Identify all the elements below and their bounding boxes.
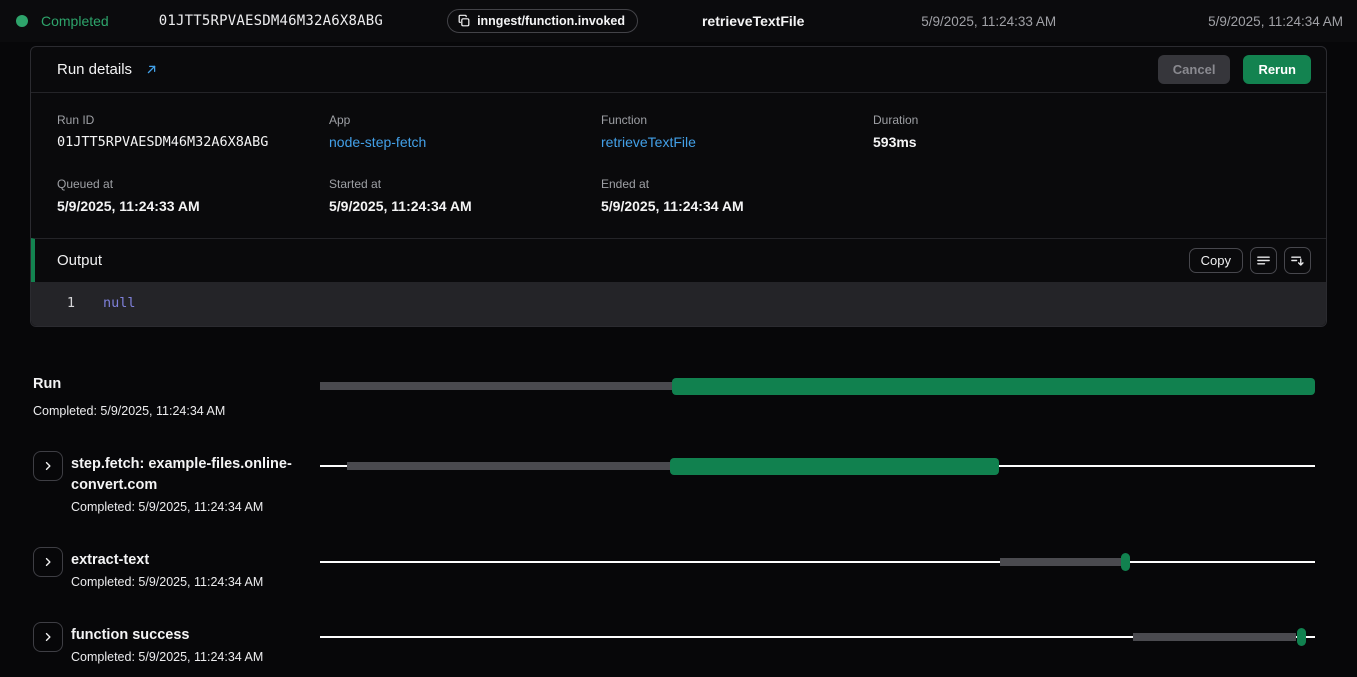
timeline-segment-queued bbox=[1000, 558, 1121, 566]
timeline-segment-marker bbox=[1121, 553, 1130, 571]
step-completed-timestamp: Completed: 5/9/2025, 11:24:34 AM bbox=[71, 650, 263, 664]
cancel-button[interactable]: Cancel bbox=[1158, 55, 1231, 84]
timeline-segment-queued bbox=[1133, 633, 1296, 641]
detail-field: Duration 593ms bbox=[873, 113, 1300, 150]
detail-field-label: App bbox=[329, 113, 601, 127]
expand-step-button[interactable] bbox=[33, 547, 63, 577]
detail-field: Started at 5/9/2025, 11:24:34 AM bbox=[329, 177, 601, 214]
timeline-row: Run Completed: 5/9/2025, 11:24:34 AM bbox=[0, 371, 1357, 418]
detail-field-value[interactable]: node-step-fetch bbox=[329, 134, 601, 150]
run-id: 01JTT5RPVAESDM46M32A6X8ABG bbox=[159, 13, 383, 29]
step-name: function success bbox=[71, 625, 263, 646]
status-label: Completed bbox=[41, 13, 109, 29]
rerun-button[interactable]: Rerun bbox=[1243, 55, 1311, 84]
timeline-track bbox=[320, 561, 1315, 563]
step-timeline-bar bbox=[320, 547, 1315, 578]
external-link-icon[interactable] bbox=[144, 62, 159, 77]
detail-field: Run ID 01JTT5RPVAESDM46M32A6X8ABG bbox=[57, 113, 329, 150]
step-completed-timestamp: Completed: 5/9/2025, 11:24:34 AM bbox=[71, 575, 263, 589]
detail-field: Queued at 5/9/2025, 11:24:33 AM bbox=[57, 177, 329, 214]
copy-icon bbox=[457, 14, 471, 28]
step-name: extract-text bbox=[71, 550, 263, 571]
step-completed-timestamp: Completed: 5/9/2025, 11:24:34 AM bbox=[33, 404, 225, 418]
timeline-row: function success Completed: 5/9/2025, 11… bbox=[0, 622, 1357, 664]
detail-field-value: 5/9/2025, 11:24:33 AM bbox=[57, 198, 329, 214]
detail-field-value: 5/9/2025, 11:24:34 AM bbox=[601, 198, 873, 214]
detail-field-label: Run ID bbox=[57, 113, 329, 127]
detail-field-label: Function bbox=[601, 113, 873, 127]
step-completed-timestamp: Completed: 5/9/2025, 11:24:34 AM bbox=[71, 500, 299, 514]
output-value: null bbox=[75, 295, 136, 311]
timeline-row: extract-text Completed: 5/9/2025, 11:24:… bbox=[0, 547, 1357, 589]
detail-field-value: 5/9/2025, 11:24:34 AM bbox=[329, 198, 601, 214]
step-timeline-bar bbox=[320, 371, 1315, 402]
detail-field-value: 593ms bbox=[873, 134, 1300, 150]
detail-field-label: Duration bbox=[873, 113, 1300, 127]
run-details-header: Run details Cancel Rerun bbox=[31, 47, 1326, 93]
run-timeline: Run Completed: 5/9/2025, 11:24:34 AM ste… bbox=[0, 327, 1357, 664]
panel-title: Run details bbox=[57, 61, 132, 78]
detail-field-label: Queued at bbox=[57, 177, 329, 191]
timeline-segment-marker bbox=[1297, 628, 1306, 646]
wrap-text-icon[interactable] bbox=[1250, 247, 1277, 274]
event-trigger-label: inngest/function.invoked bbox=[477, 14, 625, 28]
output-section-header: Output Copy bbox=[31, 238, 1326, 282]
run-status: Completed bbox=[16, 13, 109, 29]
timeline-segment-queued bbox=[320, 382, 672, 390]
timeline-segment-run bbox=[672, 378, 1315, 395]
run-details-panel: Run details Cancel Rerun Run ID 01JTT5RP… bbox=[30, 46, 1327, 327]
timeline-segment-queued bbox=[347, 462, 670, 470]
detail-field: App node-step-fetch bbox=[329, 113, 601, 150]
timeline-row: step.fetch: example-files.online-convert… bbox=[0, 451, 1357, 514]
expand-step-button[interactable] bbox=[33, 622, 63, 652]
started-at-timestamp: 5/9/2025, 11:24:34 AM bbox=[1208, 14, 1343, 29]
run-details-grid: Run ID 01JTT5RPVAESDM46M32A6X8ABG App no… bbox=[31, 93, 1326, 238]
step-timeline-bar bbox=[320, 622, 1315, 653]
line-number: 1 bbox=[31, 295, 75, 311]
detail-field-label: Ended at bbox=[601, 177, 873, 191]
output-title: Output bbox=[57, 252, 102, 269]
detail-field: Ended at 5/9/2025, 11:24:34 AM bbox=[601, 177, 873, 214]
detail-field-value[interactable]: retrieveTextFile bbox=[601, 134, 873, 150]
detail-field: Function retrieveTextFile bbox=[601, 113, 873, 150]
status-completed-icon bbox=[16, 15, 28, 27]
copy-output-button[interactable]: Copy bbox=[1189, 248, 1243, 273]
queued-at-timestamp: 5/9/2025, 11:24:33 AM bbox=[921, 14, 1056, 29]
step-name: Run bbox=[33, 374, 225, 395]
output-code-block[interactable]: 1 null bbox=[31, 282, 1326, 326]
detail-field-value: 01JTT5RPVAESDM46M32A6X8ABG bbox=[57, 134, 329, 150]
event-trigger-badge[interactable]: inngest/function.invoked bbox=[447, 9, 638, 33]
function-name: retrieveTextFile bbox=[702, 13, 804, 29]
parsed-output-icon[interactable] bbox=[1284, 247, 1311, 274]
expand-step-button[interactable] bbox=[33, 451, 63, 481]
timeline-segment-run bbox=[670, 458, 998, 475]
detail-field-label: Started at bbox=[329, 177, 601, 191]
step-name: step.fetch: example-files.online-convert… bbox=[71, 454, 299, 496]
step-timeline-bar bbox=[320, 451, 1315, 482]
run-status-bar: Completed 01JTT5RPVAESDM46M32A6X8ABG inn… bbox=[0, 0, 1357, 42]
